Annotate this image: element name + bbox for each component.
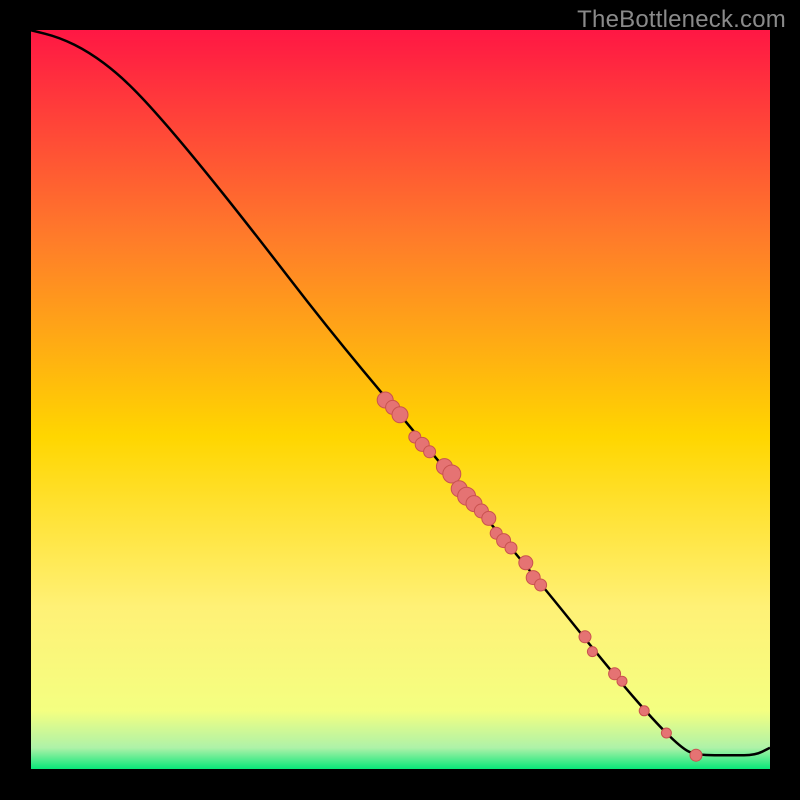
data-point: [443, 465, 461, 483]
data-point: [587, 647, 597, 657]
data-point: [639, 706, 649, 716]
data-point: [519, 556, 533, 570]
data-point: [482, 511, 496, 525]
bottleneck-chart: [0, 0, 800, 800]
plot-background: [30, 30, 770, 770]
data-point: [392, 407, 408, 423]
data-point: [505, 542, 517, 554]
data-point: [661, 728, 671, 738]
data-point: [617, 676, 627, 686]
data-point: [535, 579, 547, 591]
chart-container: TheBottleneck.com: [0, 0, 800, 800]
data-point: [579, 631, 591, 643]
watermark-text: TheBottleneck.com: [577, 6, 786, 34]
data-point: [690, 749, 702, 761]
data-point: [424, 446, 436, 458]
